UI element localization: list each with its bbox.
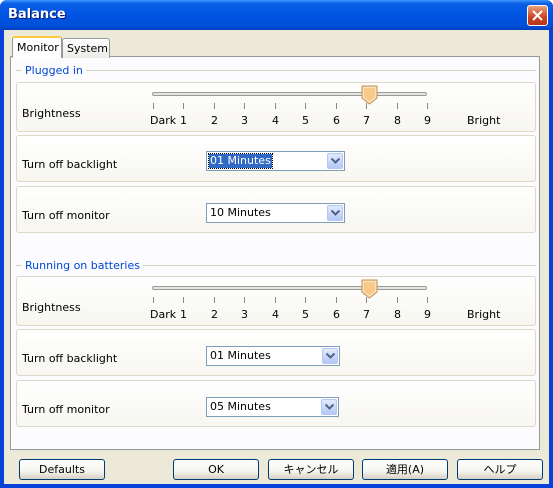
slider-tick-label: 4 xyxy=(272,308,279,321)
defaults-button[interactable]: Defaults xyxy=(19,459,105,480)
slider-tick xyxy=(214,103,215,109)
scale-min-label: Dark xyxy=(150,308,177,321)
brightness-label: Brightness xyxy=(22,301,81,314)
chevron-down-icon xyxy=(331,158,340,164)
slider-tick xyxy=(275,103,276,109)
slider-tick xyxy=(366,103,367,109)
slider-tick xyxy=(244,297,245,303)
slider-tick-label: 8 xyxy=(394,308,401,321)
chevron-down-icon xyxy=(325,404,334,410)
close-icon xyxy=(532,10,543,21)
backlight-label: Turn off backlight xyxy=(22,352,118,365)
slider-tick-label: 5 xyxy=(302,114,309,127)
brightness-row-batteries: Brightness Dark Bright 1 2 3 4 5 6 7 8 9 xyxy=(16,276,536,326)
slider-tick xyxy=(214,297,215,303)
slider-tick-label: 3 xyxy=(241,114,248,127)
slider-tick xyxy=(183,297,184,303)
title-bar[interactable]: Balance xyxy=(0,0,553,30)
slider-tick-label: 4 xyxy=(272,114,279,127)
slider-tick xyxy=(427,103,428,109)
slider-tick xyxy=(153,103,154,109)
ok-button[interactable]: OK xyxy=(173,459,259,480)
slider-tick xyxy=(305,103,306,109)
dropdown-button[interactable] xyxy=(327,205,343,221)
slider-tick xyxy=(244,103,245,109)
slider-tick xyxy=(366,297,367,303)
slider-tick xyxy=(427,297,428,303)
backlight-select[interactable]: 01 Minutes xyxy=(206,346,340,366)
slider-tick-label: 8 xyxy=(394,114,401,127)
dropdown-button[interactable] xyxy=(322,348,338,364)
scale-max-label: Bright xyxy=(467,114,501,127)
slider-tick-label: 2 xyxy=(211,114,218,127)
window-title: Balance xyxy=(8,7,66,22)
monitor-select-value: 10 Minutes xyxy=(210,206,271,219)
backlight-row-plugged: Turn off backlight 01 Minutes xyxy=(16,135,536,182)
slider-tick-label: 9 xyxy=(424,308,431,321)
backlight-row-batteries: Turn off backlight 01 Minutes xyxy=(16,329,536,376)
brightness-slider-track[interactable] xyxy=(152,92,427,96)
scale-min-label: Dark xyxy=(150,114,177,127)
tab-monitor[interactable]: Monitor xyxy=(12,36,62,58)
dropdown-button[interactable] xyxy=(321,399,337,415)
cancel-button[interactable]: キャンセル xyxy=(268,459,354,480)
slider-tick-label: 7 xyxy=(363,114,370,127)
chevron-down-icon xyxy=(326,353,335,359)
slider-tick xyxy=(397,297,398,303)
brightness-label: Brightness xyxy=(22,107,81,120)
slider-tick-label: 6 xyxy=(333,308,340,321)
slider-tick-label: 1 xyxy=(180,114,187,127)
slider-tick-label: 6 xyxy=(333,114,340,127)
monitor-label: Turn off monitor xyxy=(22,403,110,416)
monitor-select[interactable]: 10 Minutes xyxy=(206,203,345,223)
brightness-slider-thumb[interactable] xyxy=(361,85,378,105)
group-border xyxy=(16,70,536,71)
backlight-select[interactable]: 01 Minutes xyxy=(206,151,345,171)
backlight-label: Turn off backlight xyxy=(22,158,118,171)
slider-tick-label: 7 xyxy=(363,308,370,321)
monitor-row-batteries: Turn off monitor 05 Minutes xyxy=(16,380,536,427)
slider-tick xyxy=(275,297,276,303)
slider-tick xyxy=(153,297,154,303)
help-button[interactable]: ヘルプ xyxy=(457,459,543,480)
brightness-slider-track[interactable] xyxy=(152,286,427,290)
slider-tick xyxy=(305,297,306,303)
slider-tick xyxy=(397,103,398,109)
apply-button[interactable]: 適用(A) xyxy=(362,459,448,480)
brightness-row-plugged: Brightness Dark Bright 1 2 3 4 5 6 7 8 9 xyxy=(16,82,536,132)
slider-tick-label: 9 xyxy=(424,114,431,127)
slider-tick-label: 5 xyxy=(302,308,309,321)
slider-tick-label: 1 xyxy=(180,308,187,321)
slider-tick-label: 2 xyxy=(211,308,218,321)
dropdown-button[interactable] xyxy=(327,153,343,169)
monitor-label: Turn off monitor xyxy=(22,209,110,222)
slider-tick-label: 3 xyxy=(241,308,248,321)
backlight-select-value: 01 Minutes xyxy=(210,349,271,362)
close-button[interactable] xyxy=(527,5,548,26)
slider-tick xyxy=(336,297,337,303)
monitor-row-plugged: Turn off monitor 10 Minutes xyxy=(16,186,536,233)
monitor-select[interactable]: 05 Minutes xyxy=(206,397,339,417)
window-border-bottom xyxy=(0,484,553,488)
group-title-plugged-in: Plugged in xyxy=(22,64,86,77)
brightness-slider-thumb[interactable] xyxy=(361,279,378,299)
backlight-select-value: 01 Minutes xyxy=(208,153,273,169)
slider-tick xyxy=(336,103,337,109)
slider-tick xyxy=(183,103,184,109)
window-border-right xyxy=(549,30,553,488)
tab-system[interactable]: System xyxy=(62,38,110,58)
monitor-select-value: 05 Minutes xyxy=(210,400,271,413)
group-title-batteries: Running on batteries xyxy=(22,259,143,272)
chevron-down-icon xyxy=(331,210,340,216)
scale-max-label: Bright xyxy=(467,308,501,321)
